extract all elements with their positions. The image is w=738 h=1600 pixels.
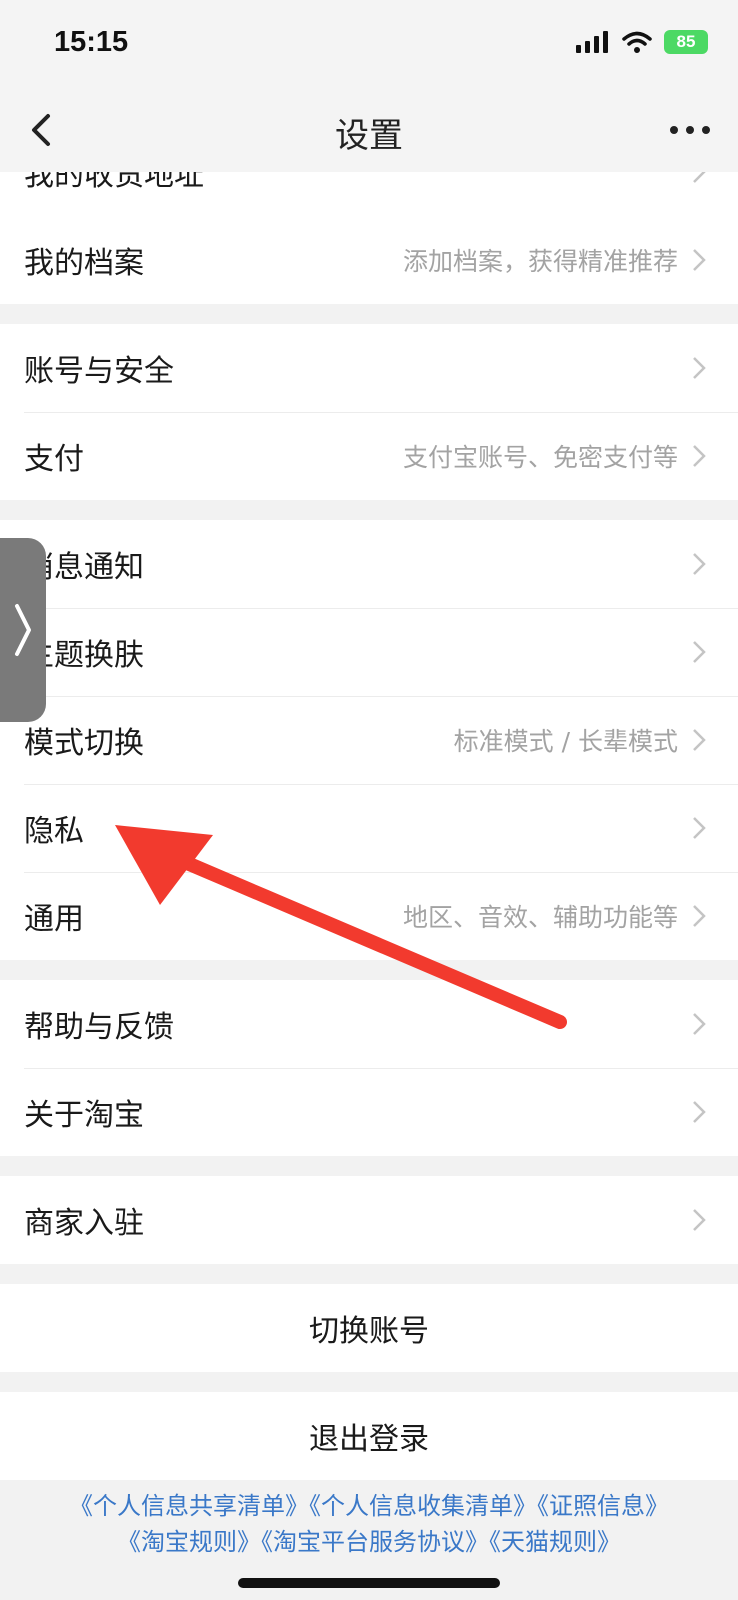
chevron-right-icon — [693, 817, 706, 839]
settings-row-address[interactable]: 我的收货地址 — [0, 172, 738, 216]
signal-icon — [576, 31, 608, 53]
chevron-right-icon — [693, 905, 706, 927]
settings-row-merchant[interactable]: 商家入驻 — [0, 1176, 738, 1264]
settings-group-merchant: 商家入驻 — [0, 1176, 738, 1264]
chevron-right-icon — [693, 1101, 706, 1123]
settings-row-about[interactable]: 关于淘宝 — [0, 1068, 738, 1156]
settings-row-theme[interactable]: 主题换肤 — [0, 608, 738, 696]
settings-group-help: 帮助与反馈 关于淘宝 — [0, 980, 738, 1156]
settings-list: 我的收货地址 我的档案 添加档案，获得精准推荐 账号与安全 支付 支付宝账号、免… — [0, 172, 738, 1500]
settings-group-account: 账号与安全 支付 支付宝账号、免密支付等 — [0, 324, 738, 500]
battery-indicator: 85 — [664, 30, 708, 54]
status-icons: 85 — [576, 30, 708, 54]
row-hint: 添加档案，获得精准推荐 — [402, 247, 678, 276]
link-taobao-rules[interactable]: 《淘宝规则》 — [117, 1528, 261, 1556]
chevron-right-icon — [693, 1013, 706, 1035]
row-label: 账号与安全 — [24, 354, 174, 389]
more-icon[interactable] — [664, 108, 720, 152]
settings-row-profile[interactable]: 我的档案 添加档案，获得精准推荐 — [0, 216, 738, 304]
row-label: 隐私 — [24, 814, 84, 849]
chevron-right-icon — [693, 729, 706, 751]
nav-bar: 设置 — [0, 90, 738, 172]
switch-account-button[interactable]: 切换账号 — [0, 1284, 738, 1372]
footer-links: 《个人信息共享清单》《个人信息收集清单》《证照信息》 《淘宝规则》《淘宝平台服务… — [0, 1488, 738, 1560]
wifi-icon — [622, 31, 652, 53]
row-label: 我的档案 — [24, 246, 144, 281]
settings-row-privacy[interactable]: 隐私 — [0, 784, 738, 872]
side-expand-icon — [15, 604, 31, 656]
footer-line-1: 《个人信息共享清单》《个人信息收集清单》《证照信息》 — [0, 1488, 738, 1524]
settings-group-general: 消息通知 主题换肤 模式切换 标准模式 / 长辈模式 隐私 通用 地区、音效、辅… — [0, 520, 738, 960]
chevron-right-icon — [693, 641, 706, 663]
chevron-right-icon — [693, 357, 706, 379]
row-hint: 支付宝账号、免密支付等 — [402, 443, 678, 472]
status-time: 15:15 — [54, 26, 129, 58]
row-hint: 标准模式 / 长辈模式 — [453, 727, 678, 756]
settings-row-payment[interactable]: 支付 支付宝账号、免密支付等 — [0, 412, 738, 500]
footer-line-2: 《淘宝规则》《淘宝平台服务协议》《天猫规则》 — [0, 1524, 738, 1560]
status-bar: 15:15 85 — [0, 0, 738, 90]
row-hint: 地区、音效、辅助功能等 — [402, 903, 678, 932]
home-indicator[interactable] — [238, 1578, 500, 1588]
row-label: 我的收货地址 — [24, 172, 204, 193]
link-personal-info-collection[interactable]: 《个人信息收集清单》 — [309, 1492, 537, 1520]
settings-row-mode-switch[interactable]: 模式切换 标准模式 / 长辈模式 — [0, 696, 738, 784]
row-label: 模式切换 — [24, 726, 144, 761]
page-title: 设置 — [335, 116, 403, 156]
settings-row-help-feedback[interactable]: 帮助与反馈 — [0, 980, 738, 1068]
logout-button[interactable]: 退出登录 — [0, 1392, 738, 1480]
row-label: 商家入驻 — [24, 1206, 144, 1241]
chevron-right-icon — [693, 445, 706, 467]
settings-row-general[interactable]: 通用 地区、音效、辅助功能等 — [0, 872, 738, 960]
side-expand-handle[interactable] — [0, 538, 46, 722]
settings-row-notifications[interactable]: 消息通知 — [0, 520, 738, 608]
row-label: 帮助与反馈 — [24, 1010, 174, 1045]
settings-row-account-security[interactable]: 账号与安全 — [0, 324, 738, 412]
settings-group-profile: 我的收货地址 我的档案 添加档案，获得精准推荐 — [0, 172, 738, 304]
row-label: 关于淘宝 — [24, 1098, 144, 1133]
link-personal-info-sharing[interactable]: 《个人信息共享清单》 — [69, 1492, 309, 1520]
link-platform-agreement[interactable]: 《淘宝平台服务协议》 — [261, 1528, 489, 1556]
chevron-right-icon — [693, 249, 706, 271]
row-label: 支付 — [24, 442, 84, 477]
chevron-right-icon — [693, 1209, 706, 1231]
link-tmall-rules[interactable]: 《天猫规则》 — [489, 1528, 621, 1556]
chevron-right-icon — [693, 553, 706, 575]
link-license-info[interactable]: 《证照信息》 — [537, 1492, 669, 1520]
chevron-right-icon — [693, 172, 706, 183]
partial-row-container: 我的收货地址 — [0, 172, 738, 216]
row-label: 通用 — [24, 902, 84, 937]
